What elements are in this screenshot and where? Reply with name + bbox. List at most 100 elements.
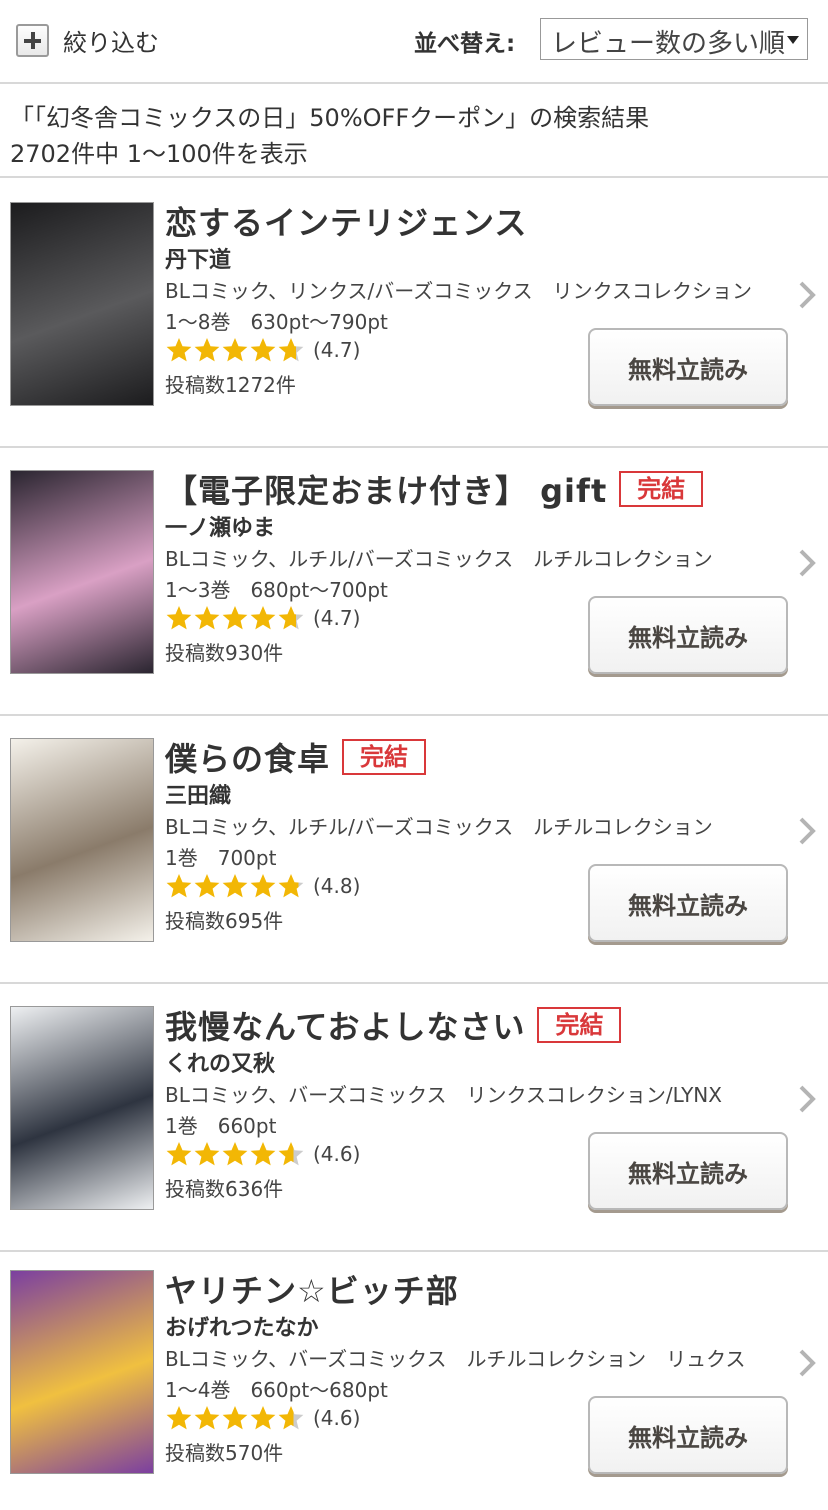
book-cover[interactable]	[10, 470, 154, 674]
book-cover[interactable]	[10, 202, 154, 406]
star-icon	[166, 1406, 192, 1430]
review-count: 投稿数930件	[165, 641, 284, 665]
free-preview-label: 無料立読み	[628, 355, 748, 384]
status-badge: 完結	[619, 471, 704, 507]
list-item[interactable]: 【電子限定おまけ付き】 gift 完結 一ノ瀬ゆま BLコミック、ルチル/バーズ…	[0, 448, 828, 716]
rating: (4.8)	[165, 872, 360, 900]
rating-value: (4.7)	[313, 606, 361, 630]
star-icon	[250, 1142, 276, 1166]
sort-label: 並べ替え:	[414, 31, 516, 57]
star-icon	[250, 1406, 276, 1430]
chevron-right-icon[interactable]	[796, 280, 818, 310]
book-labels: BLコミック、バーズコミックス リンクスコレクション/LYNX	[165, 1083, 722, 1107]
status-badge: 完結	[342, 739, 427, 775]
review-count: 投稿数570件	[165, 1441, 284, 1465]
review-count: 投稿数1272件	[165, 373, 296, 397]
star-icon	[250, 338, 276, 362]
star-icon	[166, 606, 192, 630]
star-icon	[278, 1142, 304, 1166]
star-rating	[165, 336, 305, 364]
star-rating	[165, 1140, 305, 1168]
plus-icon	[16, 23, 49, 57]
star-icon	[278, 606, 304, 630]
star-icon	[278, 874, 304, 898]
title-row: 恋するインテリジェンス	[165, 198, 527, 244]
star-icon	[250, 606, 276, 630]
free-preview-label: 無料立読み	[628, 1159, 748, 1188]
star-icon	[194, 606, 220, 630]
title-row: 我慢なんておよしなさい 完結	[165, 1002, 622, 1048]
sort-selected-value: レビュー数の多い順	[551, 29, 786, 59]
free-preview-button[interactable]: 無料立読み	[588, 596, 788, 674]
book-title[interactable]: ヤリチン☆ビッチ部	[165, 1266, 459, 1312]
filter-label: 絞り込む	[63, 28, 159, 57]
star-icon	[222, 1142, 248, 1166]
rating-value: (4.6)	[313, 1406, 361, 1430]
book-labels: BLコミック、ルチル/バーズコミックス ルチルコレクション	[165, 815, 713, 839]
chevron-right-icon[interactable]	[796, 1084, 818, 1114]
book-price: 1〜8巻 630pt〜790pt	[165, 310, 388, 334]
status-badge: 完結	[537, 1007, 622, 1043]
star-icon	[222, 1406, 248, 1430]
title-row: 僕らの食卓 完結	[165, 734, 427, 780]
star-icon	[166, 1142, 192, 1166]
chevron-right-icon[interactable]	[796, 548, 818, 578]
book-price: 1巻 660pt	[165, 1114, 277, 1138]
free-preview-button[interactable]: 無料立読み	[588, 328, 788, 406]
book-author[interactable]: くれの又秋	[165, 1046, 275, 1078]
list-item[interactable]: 恋するインテリジェンス 丹下道 BLコミック、リンクス/バーズコミックス リンク…	[0, 180, 828, 448]
book-title[interactable]: 【電子限定おまけ付き】 gift	[165, 466, 607, 512]
rating: (4.7)	[165, 336, 360, 364]
title-row: ヤリチン☆ビッチ部	[165, 1266, 459, 1312]
rating: (4.6)	[165, 1404, 360, 1432]
book-labels: BLコミック、ルチル/バーズコミックス ルチルコレクション	[165, 547, 713, 571]
book-labels: BLコミック、バーズコミックス ルチルコレクション リュクス	[165, 1347, 746, 1371]
rating-value: (4.7)	[313, 338, 361, 362]
free-preview-button[interactable]: 無料立読み	[588, 1132, 788, 1210]
book-price: 1〜3巻 680pt〜700pt	[165, 578, 388, 602]
title-row: 【電子限定おまけ付き】 gift 完結	[165, 466, 704, 512]
result-count-text: 2702件中 1〜100件を表示	[10, 140, 308, 168]
chevron-right-icon[interactable]	[796, 1348, 818, 1378]
book-author[interactable]: 一ノ瀬ゆま	[165, 510, 275, 542]
star-icon	[222, 606, 248, 630]
star-icon	[250, 874, 276, 898]
book-author[interactable]: 丹下道	[165, 242, 231, 274]
free-preview-label: 無料立読み	[628, 623, 748, 652]
book-author[interactable]: おげれつたなか	[165, 1310, 319, 1342]
free-preview-button[interactable]: 無料立読み	[588, 864, 788, 942]
book-cover[interactable]	[10, 738, 154, 942]
star-icon	[194, 1142, 220, 1166]
book-price: 1巻 700pt	[165, 846, 277, 870]
book-cover[interactable]	[10, 1270, 154, 1474]
book-title[interactable]: 僕らの食卓	[165, 734, 330, 780]
dropdown-arrow-icon	[787, 36, 799, 44]
sort-select[interactable]: レビュー数の多い順	[540, 18, 808, 60]
star-icon	[278, 338, 304, 362]
book-title[interactable]: 我慢なんておよしなさい	[165, 1002, 525, 1048]
free-preview-label: 無料立読み	[628, 891, 748, 920]
list-item[interactable]: ヤリチン☆ビッチ部 おげれつたなか BLコミック、バーズコミックス ルチルコレク…	[0, 1248, 828, 1510]
top-bar: 絞り込む 並べ替え: レビュー数の多い順	[0, 0, 828, 84]
rating-value: (4.8)	[313, 874, 361, 898]
star-icon	[166, 874, 192, 898]
book-labels: BLコミック、リンクス/バーズコミックス リンクスコレクション	[165, 279, 753, 303]
book-cover[interactable]	[10, 1006, 154, 1210]
star-rating	[165, 872, 305, 900]
free-preview-button[interactable]: 無料立読み	[588, 1396, 788, 1474]
rating: (4.6)	[165, 1140, 360, 1168]
star-icon	[222, 874, 248, 898]
book-author[interactable]: 三田織	[165, 778, 231, 810]
list-item[interactable]: 我慢なんておよしなさい 完結 くれの又秋 BLコミック、バーズコミックス リンク…	[0, 984, 828, 1252]
book-title[interactable]: 恋するインテリジェンス	[165, 198, 527, 244]
search-summary: 「「幻冬舎コミックスの日」50%OFFクーポン」の検索結果 2702件中 1〜1…	[0, 86, 828, 178]
star-rating	[165, 1404, 305, 1432]
star-icon	[222, 338, 248, 362]
list-item[interactable]: 僕らの食卓 完結 三田織 BLコミック、ルチル/バーズコミックス ルチルコレクシ…	[0, 716, 828, 984]
chevron-right-icon[interactable]	[796, 816, 818, 846]
review-count: 投稿数636件	[165, 1177, 284, 1201]
star-icon	[194, 1406, 220, 1430]
star-icon	[166, 338, 192, 362]
filter-button[interactable]: 絞り込む	[16, 22, 159, 58]
star-icon	[194, 874, 220, 898]
